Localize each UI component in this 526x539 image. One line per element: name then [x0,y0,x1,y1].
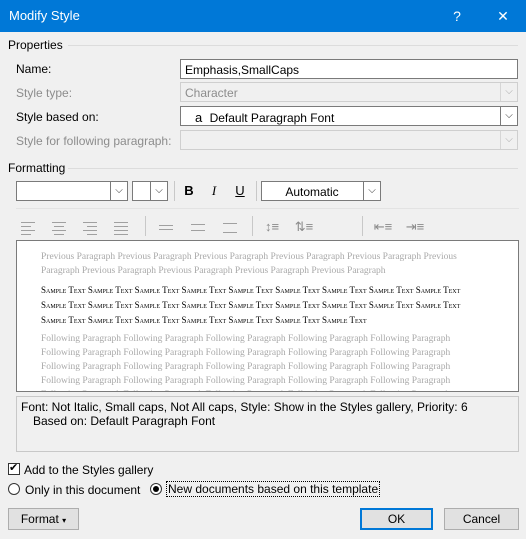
following-style-label: Style for following paragraph: [16,134,172,148]
following-paragraph-preview: Following Paragraph Following Paragraph … [41,334,451,391]
toolbar-separator [145,216,146,236]
italic-button[interactable]: I [202,180,226,202]
single-spacing-icon[interactable] [154,218,178,238]
checkmark-icon: ✔ [9,462,19,474]
following-style-select[interactable]: ⌵ [180,130,518,150]
sample-text-preview: Sample Text Sample Text Sample Text Samp… [41,285,461,325]
previous-paragraph-preview: Previous Paragraph Previous Paragraph Pr… [41,252,457,276]
chevron-down-icon: ⌵ [500,83,517,101]
double-spacing-icon[interactable] [218,218,242,238]
decrease-spacing-icon[interactable]: ⇅≡ [292,216,316,236]
add-to-gallery-checkbox[interactable]: ✔ [8,462,20,475]
style-description: Font: Not Italic, Small caps, Not All ca… [16,396,519,452]
chevron-down-icon: ⌵ [363,182,380,200]
cancel-button[interactable]: Cancel [444,508,519,530]
font-name-select[interactable]: ⌵ [16,181,128,201]
style-type-label: Style type: [16,86,73,100]
style-preview: Previous Paragraph Previous Paragraph Pr… [16,240,519,392]
align-left-icon[interactable] [16,218,40,238]
one-half-spacing-icon[interactable] [186,218,210,238]
format-menu-button[interactable]: Format ▾ [8,508,79,530]
only-this-document-label[interactable]: Only in this document [25,483,140,497]
increase-indent-icon[interactable]: ⇥≡ [403,216,427,236]
properties-divider [68,45,518,46]
character-style-icon: a [195,110,203,125]
chevron-down-icon: ⌵ [500,131,517,149]
align-center-icon[interactable] [47,218,71,238]
based-on-select[interactable]: a Default Paragraph Font ⌵ [180,106,518,126]
toolbar-separator [362,216,363,236]
description-line-2: Based on: Default Paragraph Font [33,414,216,428]
style-type-value: Character [185,86,238,100]
chevron-down-icon: ⌵ [110,182,127,200]
font-size-select[interactable]: ⌵ [132,181,168,201]
style-type-select[interactable]: Character ⌵ [180,82,518,102]
increase-spacing-icon[interactable]: ↕≡ [260,216,284,236]
title-bar: Modify Style ? ✕ [0,0,526,32]
based-on-value: Default Paragraph Font [209,111,335,125]
align-right-icon[interactable] [78,218,102,238]
font-color-value: Automatic [285,185,339,199]
toolbar-divider [16,208,519,209]
based-on-label: Style based on: [16,110,99,124]
font-color-select[interactable]: Automatic ⌵ [261,181,381,201]
ok-button[interactable]: OK [360,508,433,530]
new-documents-label[interactable]: New documents based on this template [166,481,381,497]
only-this-document-radio[interactable] [8,483,20,495]
chevron-down-icon: ⌵ [500,107,517,125]
name-input[interactable]: Emphasis,SmallCaps [180,59,518,79]
dropdown-arrow-icon: ▾ [62,516,67,525]
dialog-title: Modify Style [9,8,80,23]
new-documents-label-text: New documents based on this template [166,481,381,497]
close-button[interactable]: ✕ [480,0,526,32]
name-label: Name: [16,62,52,76]
add-to-gallery-label[interactable]: Add to the Styles gallery [24,463,153,477]
justify-icon[interactable] [109,218,133,238]
toolbar-separator [252,216,253,236]
toolbar-separator [256,181,257,201]
toolbar-separator [174,181,175,201]
chevron-down-icon: ⌵ [150,182,167,200]
new-documents-radio[interactable] [150,483,162,495]
format-button-label: Format [20,512,59,526]
decrease-indent-icon[interactable]: ⇤≡ [371,216,395,236]
radio-selected-dot [153,486,159,492]
formatting-heading: Formatting [8,161,66,175]
help-button[interactable]: ? [434,0,480,32]
bold-button[interactable]: B [177,180,201,202]
formatting-divider [68,168,518,169]
description-line-1: Font: Not Italic, Small caps, Not All ca… [21,400,468,414]
properties-heading: Properties [8,38,63,52]
underline-button[interactable]: U [228,180,252,202]
